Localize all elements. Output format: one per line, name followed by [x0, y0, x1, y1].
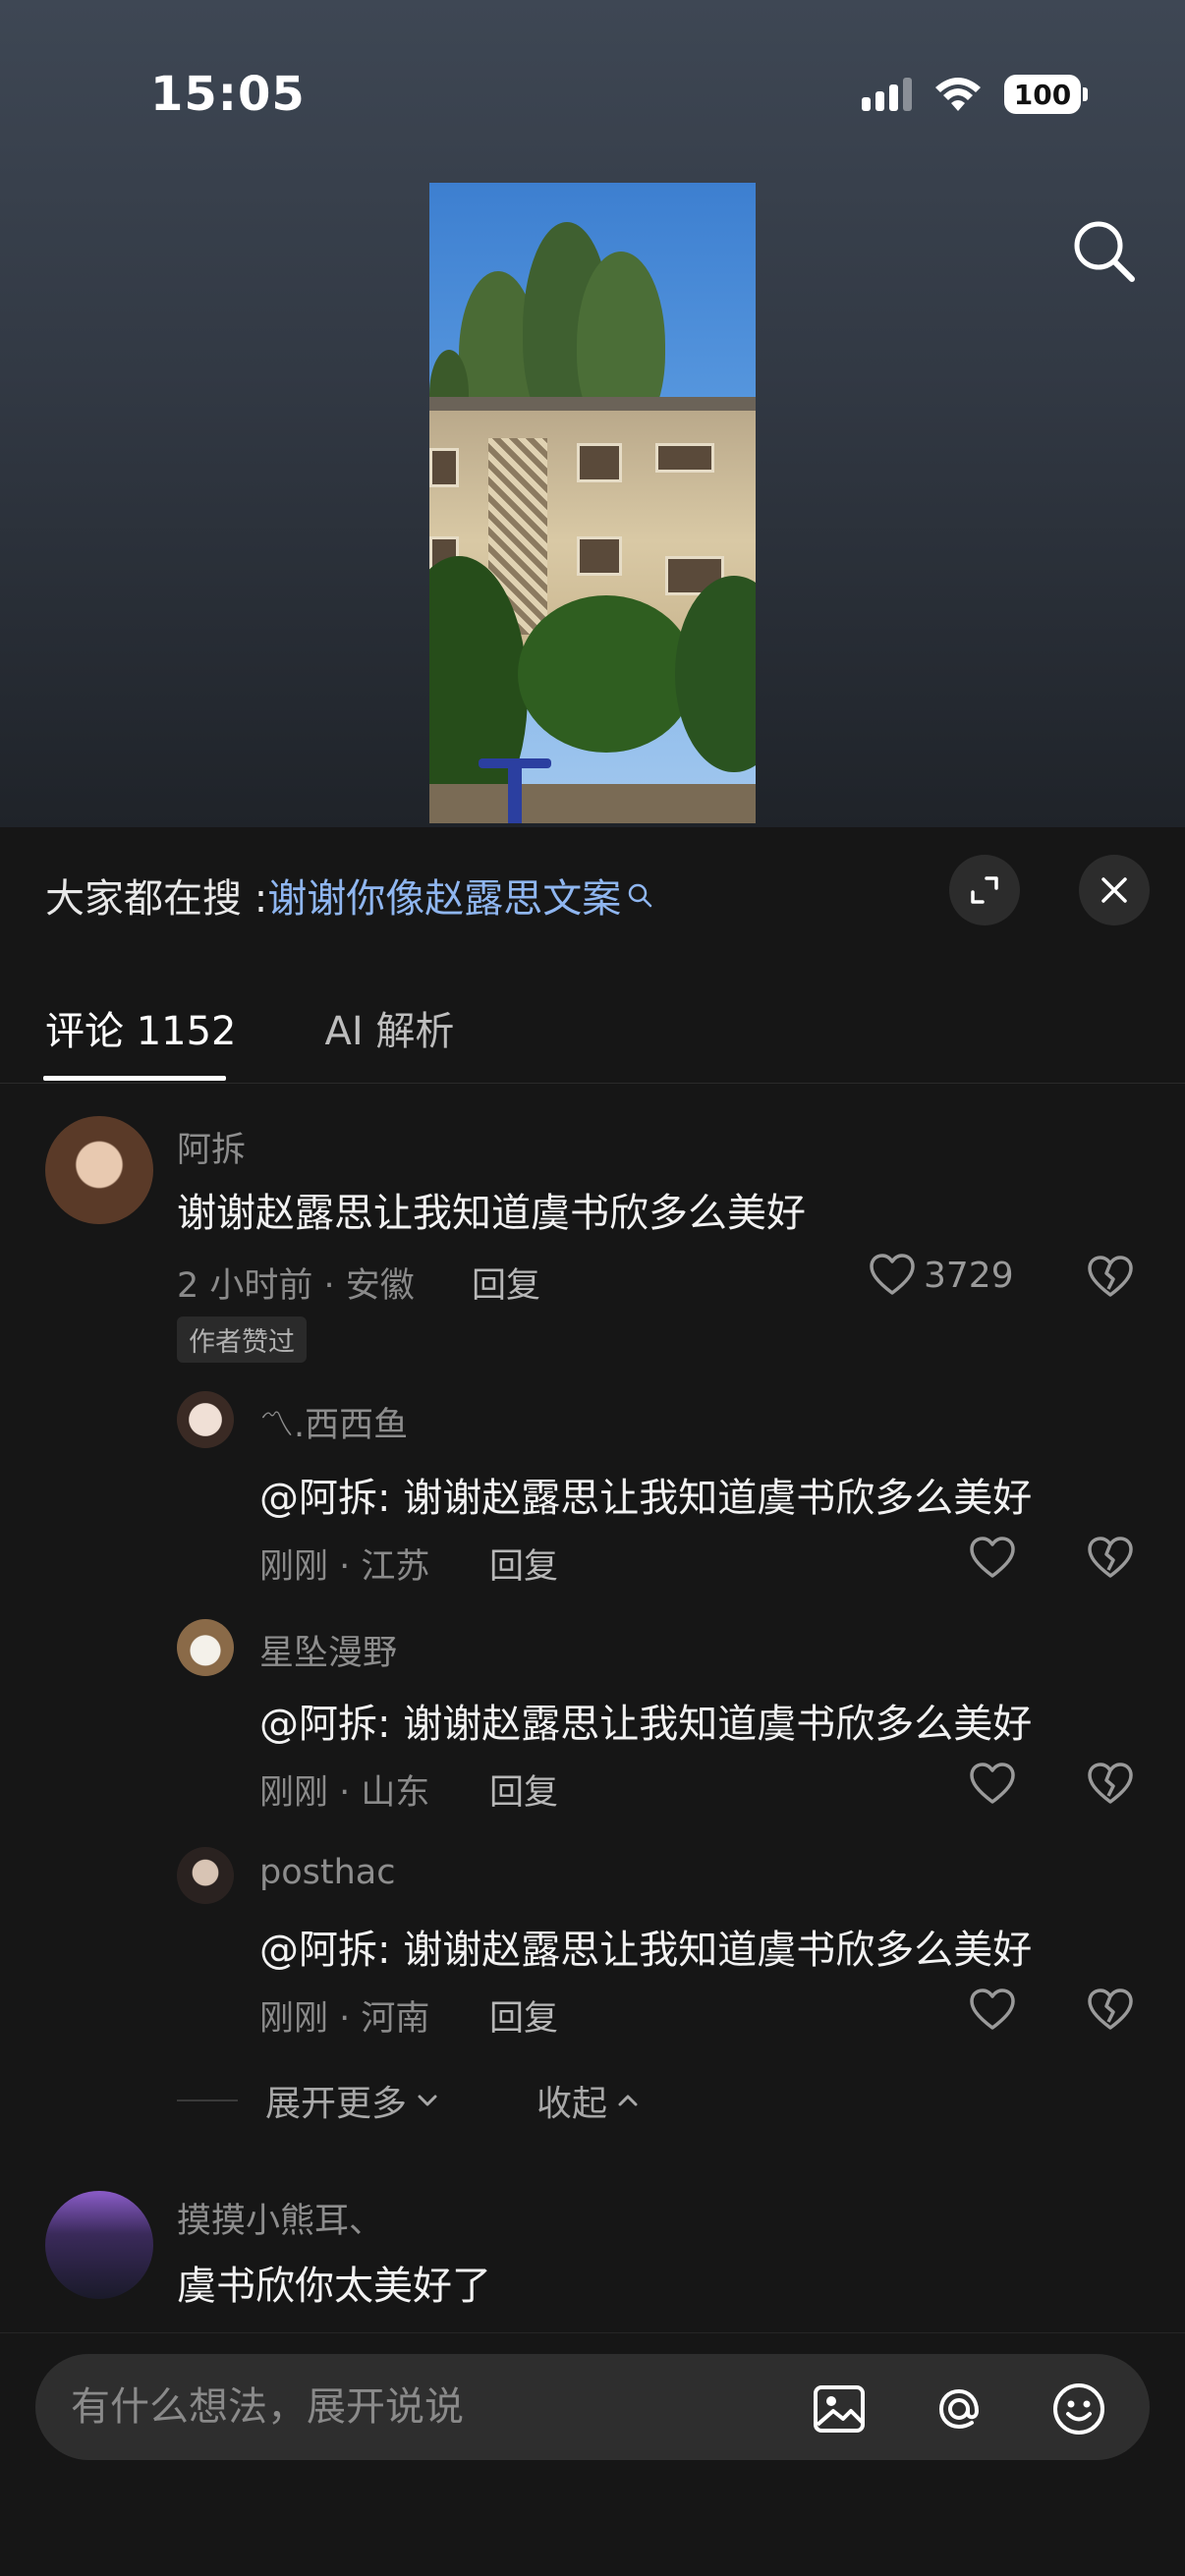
reply-button[interactable]: 回复: [489, 1539, 558, 1589]
active-tab-indicator: [43, 1076, 226, 1081]
comment-text[interactable]: 谢谢赵露思让我知道虞书欣多么美好: [177, 1181, 806, 1238]
heart-icon[interactable]: [969, 1763, 1016, 1806]
comment-tabs: 评论 1152 AI 解析: [45, 999, 454, 1056]
chevron-up-icon: [618, 2095, 638, 2106]
status-bar-icons: 100: [862, 75, 1088, 114]
broken-heart-icon[interactable]: [1087, 1256, 1134, 1299]
at-icon[interactable]: [930, 2380, 988, 2438]
reply-text[interactable]: @阿拆: 谢谢赵露思让我知道虞书欣多么美好: [259, 1692, 1032, 1749]
close-icon: [1101, 877, 1127, 903]
author-liked-badge: 作者赞过: [177, 1316, 307, 1363]
reply-author[interactable]: 星坠漫野: [259, 1625, 397, 1675]
heart-icon[interactable]: [969, 1988, 1016, 2032]
heart-icon[interactable]: [969, 1537, 1016, 1580]
search-icon[interactable]: [1069, 216, 1138, 285]
replies-controls: 展开更多 收起: [177, 2075, 643, 2126]
comment-input-container[interactable]: [35, 2354, 1150, 2460]
reply-text[interactable]: @阿拆: 谢谢赵露思让我知道虞书欣多么美好: [259, 1466, 1032, 1523]
divider: [177, 2100, 238, 2101]
cellular-signal-icon: [862, 78, 912, 111]
status-time: 15:05: [150, 67, 306, 122]
tab-comments[interactable]: 评论 1152: [45, 999, 237, 1056]
comment-author[interactable]: 摸摸小熊耳、: [177, 2193, 383, 2243]
tab-ai-analysis[interactable]: AI 解析: [325, 999, 455, 1056]
close-button[interactable]: [1079, 855, 1150, 925]
expand-more-button[interactable]: 展开更多: [265, 2075, 442, 2126]
reply-text[interactable]: @阿拆: 谢谢赵露思让我知道虞书欣多么美好: [259, 1918, 1032, 1975]
divider: [0, 1083, 1185, 1084]
chevron-down-icon: [418, 2095, 437, 2106]
divider: [0, 2332, 1185, 2333]
reply-author[interactable]: 〽.西西鱼: [259, 1397, 408, 1447]
video-thumbnail[interactable]: [429, 183, 756, 823]
avatar[interactable]: [45, 2191, 153, 2299]
expand-more-label: 展开更多: [265, 2084, 408, 2124]
comment-input[interactable]: [71, 2354, 759, 2460]
comment-text[interactable]: 虞书欣你太美好了: [177, 2254, 491, 2311]
image-icon[interactable]: [810, 2380, 869, 2438]
video-area[interactable]: 15:05 100: [0, 0, 1185, 827]
battery-indicator: 100: [1004, 75, 1088, 114]
broken-heart-icon[interactable]: [1087, 1988, 1134, 2032]
avatar[interactable]: [177, 1391, 234, 1448]
reply-meta: 刚刚 · 江苏: [259, 1547, 430, 1587]
like-button[interactable]: 3729: [869, 1254, 1014, 1297]
reply-button[interactable]: 回复: [472, 1258, 540, 1308]
trending-keyword[interactable]: 谢谢你像赵露思文案: [267, 867, 621, 924]
expand-button[interactable]: [949, 855, 1020, 925]
reply-button[interactable]: 回复: [489, 1764, 558, 1815]
comment-meta: 2 小时前 · 安徽: [177, 1266, 415, 1306]
small-search-icon: [628, 883, 652, 908]
avatar[interactable]: [177, 1619, 234, 1676]
wifi-icon: [935, 78, 981, 111]
comment-author[interactable]: 阿拆: [177, 1122, 246, 1172]
collapse-label: 收起: [536, 2084, 608, 2124]
trending-prefix: 大家都在搜 :: [45, 876, 268, 922]
avatar[interactable]: [177, 1847, 234, 1904]
broken-heart-icon[interactable]: [1087, 1763, 1134, 1806]
avatar[interactable]: [45, 1116, 153, 1224]
trending-search[interactable]: 大家都在搜 : 谢谢你像赵露思文案: [45, 867, 652, 924]
expand-icon: [971, 876, 998, 904]
comment-panel: 大家都在搜 : 谢谢你像赵露思文案 评论 1152 AI 解析 阿拆 谢谢赵露思…: [0, 827, 1185, 2576]
like-count: 3729: [924, 1255, 1014, 1296]
heart-icon: [870, 1254, 915, 1295]
broken-heart-icon[interactable]: [1087, 1537, 1134, 1580]
reply-button[interactable]: 回复: [489, 1990, 558, 2041]
reply-meta: 刚刚 · 山东: [259, 1773, 430, 1813]
comment-input-bar: [0, 2332, 1185, 2576]
reply-author[interactable]: posthac: [259, 1853, 395, 1892]
emoji-icon[interactable]: [1049, 2380, 1108, 2438]
collapse-button[interactable]: 收起: [536, 2075, 643, 2126]
reply-meta: 刚刚 · 河南: [259, 1999, 430, 2039]
